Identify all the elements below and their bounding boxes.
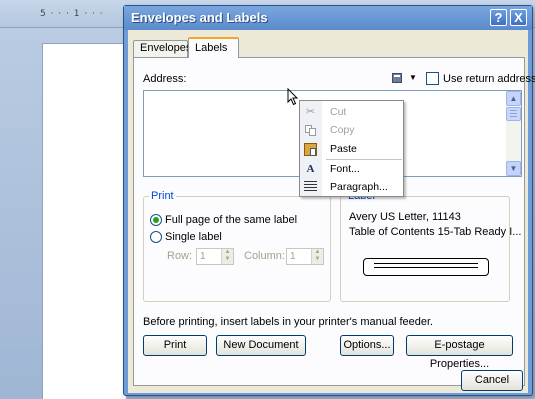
row-value: 1: [200, 251, 206, 262]
mouse-pointer-icon: [287, 88, 299, 106]
menu-item-paste-label: Paste: [330, 143, 357, 155]
address-book-dropdown-icon[interactable]: ▼: [409, 73, 417, 82]
font-icon: A: [306, 163, 315, 175]
dialog-title: Envelopes and Labels: [131, 10, 268, 25]
menu-item-paragraph-label: Paragraph...: [330, 181, 388, 193]
scroll-down-arrow-icon[interactable]: ▼: [506, 161, 521, 176]
label-product-line1: Avery US Letter, 11143: [349, 211, 461, 223]
column-spinner: 1 ▲ ▼: [286, 248, 324, 265]
row-label: Row:: [167, 250, 193, 262]
full-page-label[interactable]: Full page of the same label: [165, 214, 297, 226]
full-page-radio[interactable]: [150, 214, 162, 226]
address-scrollbar[interactable]: ▲ ▼: [506, 91, 521, 176]
ruler-text: 5 · · · 1 · · ·: [40, 9, 104, 19]
column-spin-arrows-icon: ▲ ▼: [311, 249, 323, 264]
label-group[interactable]: Label Avery US Letter, 11143 Table of Co…: [340, 190, 521, 302]
address-label: Address:: [143, 73, 187, 85]
help-button[interactable]: ?: [490, 9, 507, 26]
epostage-properties-button[interactable]: E-postage Properties...: [406, 335, 513, 370]
menu-item-cut[interactable]: ✂ Cut: [300, 104, 403, 121]
column-value: 1: [290, 251, 296, 262]
label-preview-graphic[interactable]: [363, 258, 489, 276]
menu-item-font-label: Font...: [330, 163, 360, 175]
scroll-up-arrow-icon[interactable]: ▲: [506, 91, 521, 106]
context-menu: ✂ Cut Copy Paste A Font... Paragraph...: [299, 100, 404, 197]
cancel-button[interactable]: Cancel: [461, 370, 523, 391]
menu-item-font[interactable]: A Font...: [300, 161, 403, 178]
feeder-note: Before printing, insert labels in your p…: [143, 316, 434, 328]
close-button[interactable]: X: [510, 9, 527, 26]
envelopes-labels-dialog: Envelopes and Labels ? X Envelopes Label…: [123, 5, 535, 396]
dialog-titlebar[interactable]: Envelopes and Labels ? X: [124, 6, 532, 30]
label-product-line2: Table of Contents 15-Tab Ready I...: [349, 226, 522, 238]
document-page[interactable]: [42, 43, 126, 399]
scissors-icon: ✂: [305, 106, 316, 118]
row-spinner: 1 ▲ ▼: [196, 248, 234, 265]
scroll-thumb[interactable]: [506, 107, 521, 121]
address-book-icon[interactable]: [392, 72, 405, 84]
options-button[interactable]: Options...: [340, 335, 394, 356]
use-return-address-checkbox[interactable]: [426, 72, 439, 85]
menu-item-paste[interactable]: Paste: [300, 141, 403, 158]
tab-envelopes[interactable]: Envelopes: [133, 40, 191, 57]
menu-item-paragraph[interactable]: Paragraph...: [300, 179, 403, 196]
menu-item-copy-label: Copy: [330, 124, 355, 136]
dialog-client: Envelopes Labels Address: ▼ Use return a…: [128, 30, 535, 393]
single-label-label[interactable]: Single label: [165, 231, 222, 243]
menu-item-cut-label: Cut: [330, 106, 347, 118]
column-label: Column:: [244, 250, 285, 262]
print-group: Print Full page of the same label Single…: [143, 190, 331, 302]
row-spin-arrows-icon: ▲ ▼: [221, 249, 233, 264]
copy-icon: [304, 124, 317, 137]
print-button[interactable]: Print: [143, 335, 207, 356]
new-document-button[interactable]: New Document: [216, 335, 306, 356]
paste-icon: [304, 143, 317, 156]
tab-labels[interactable]: Labels: [188, 37, 239, 58]
use-return-address-label: Use return address: [443, 73, 535, 85]
print-group-title: Print: [149, 190, 176, 202]
paragraph-icon: [304, 181, 317, 194]
single-label-radio[interactable]: [150, 231, 162, 243]
menu-separator: [326, 159, 402, 160]
menu-item-copy[interactable]: Copy: [300, 122, 403, 139]
